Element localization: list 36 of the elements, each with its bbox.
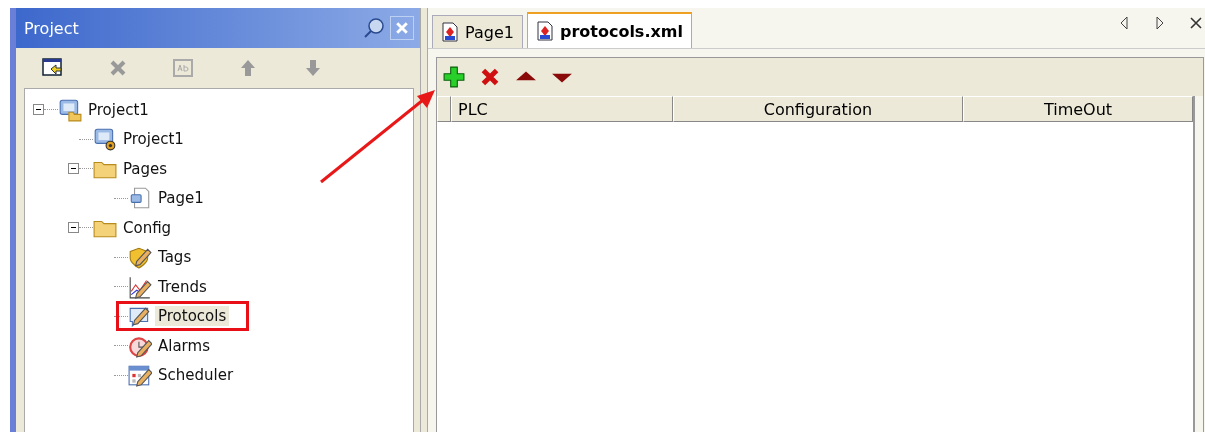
close-icon bbox=[396, 22, 408, 34]
collapse-toggle[interactable] bbox=[33, 104, 44, 116]
delete-icon[interactable] bbox=[479, 66, 501, 88]
document-icon bbox=[441, 22, 459, 42]
splitter[interactable] bbox=[420, 8, 428, 432]
column-header[interactable]: Configuration bbox=[673, 96, 963, 122]
tree-item[interactable]: Project1 bbox=[85, 99, 152, 120]
document-icon bbox=[535, 21, 554, 41]
calendar-pencil-icon bbox=[128, 363, 152, 388]
tree-item[interactable]: Project1 bbox=[120, 129, 187, 150]
collapse-toggle[interactable] bbox=[68, 222, 79, 234]
tree-item[interactable]: Tags bbox=[155, 247, 195, 268]
panel-title: Project bbox=[24, 18, 80, 38]
tree-item[interactable]: Config bbox=[120, 217, 175, 238]
add-icon[interactable] bbox=[443, 66, 465, 88]
monitor-folder-icon bbox=[58, 97, 82, 122]
tree-item[interactable]: Scheduler bbox=[155, 365, 237, 386]
tree-item[interactable]: Pages bbox=[120, 158, 171, 179]
shield-pencil-icon bbox=[128, 245, 152, 270]
monitor-gear-icon bbox=[93, 127, 117, 152]
tab[interactable]: protocols.xml bbox=[526, 12, 692, 48]
tab[interactable]: Page1 bbox=[432, 15, 523, 48]
tree-item[interactable]: Protocols bbox=[155, 306, 230, 327]
chart-pencil-icon bbox=[128, 274, 152, 299]
column-header[interactable]: PLC bbox=[451, 96, 673, 122]
window-cursor-icon[interactable] bbox=[42, 57, 64, 79]
tree-item[interactable]: Alarms bbox=[155, 335, 213, 356]
tree-item[interactable]: Page1 bbox=[155, 188, 207, 209]
column-header[interactable]: TimeOut bbox=[963, 96, 1193, 122]
tree-item[interactable]: Trends bbox=[155, 276, 210, 297]
scroll-left-icon[interactable] bbox=[1118, 15, 1130, 31]
close-icon[interactable] bbox=[1190, 15, 1202, 31]
speech-bubble-pencil-icon bbox=[128, 304, 152, 329]
page-icon bbox=[128, 186, 152, 211]
scroll-right-icon[interactable] bbox=[1154, 15, 1166, 31]
collapse-toggle[interactable] bbox=[68, 163, 79, 175]
